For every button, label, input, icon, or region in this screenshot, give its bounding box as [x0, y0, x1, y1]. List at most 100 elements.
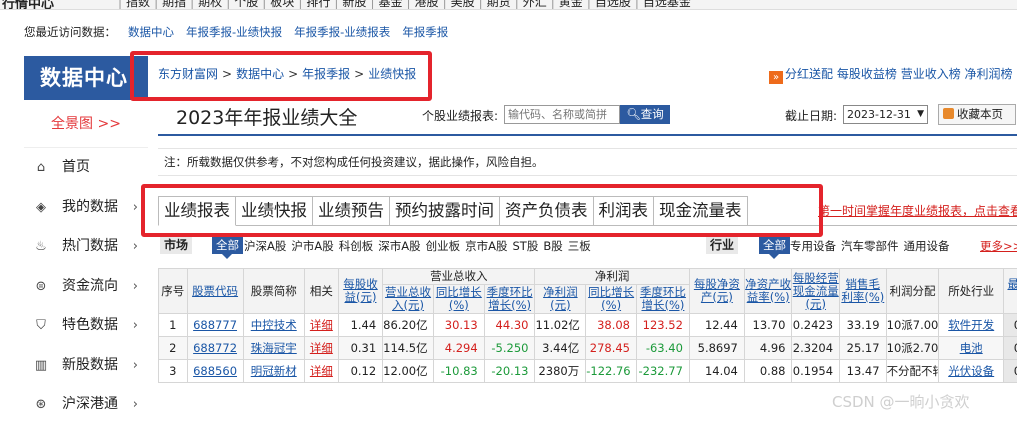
- sidebar-title[interactable]: 数据中心: [24, 56, 148, 100]
- tab-performance-report[interactable]: 业绩报表: [158, 196, 236, 226]
- col-profit-yoy[interactable]: 同比增长(%): [586, 285, 637, 314]
- topnav-item[interactable]: 指数: [118, 0, 150, 9]
- quick-link-revenue[interactable]: 营业收入榜: [901, 67, 961, 81]
- cell-ind[interactable]: 电池: [939, 337, 1004, 360]
- cell-seq: 2: [159, 337, 188, 360]
- market-filter-all[interactable]: 全部: [212, 236, 243, 254]
- cell-related[interactable]: 详细: [304, 337, 338, 360]
- col-cfps[interactable]: 每股经营现金流量(元): [792, 269, 840, 314]
- topnav-item[interactable]: 期权: [190, 0, 222, 9]
- recent-link-annual[interactable]: 年报季报: [402, 25, 448, 39]
- col-profit[interactable]: 净利润(元): [535, 285, 586, 314]
- breadcrumb-annual[interactable]: 年报季报: [302, 67, 350, 81]
- col-roe[interactable]: 净资产收益率(%): [744, 269, 792, 314]
- market-option[interactable]: 京市A股: [465, 239, 507, 253]
- topnav-item[interactable]: 新股: [334, 0, 366, 9]
- col-gross-margin[interactable]: 销售毛利率(%): [840, 269, 887, 314]
- breadcrumb-current: 业绩快报: [368, 67, 416, 81]
- quick-link-profit[interactable]: 净利润榜: [965, 67, 1013, 81]
- industry-filter-all[interactable]: 全部: [759, 236, 790, 254]
- topnav-item[interactable]: 期货: [479, 0, 511, 9]
- col-code[interactable]: 股票代码: [187, 269, 243, 314]
- sidebar-item-my-data[interactable]: ◈ 我的数据 ›: [24, 188, 148, 228]
- panorama-link[interactable]: 全景图 >>: [24, 100, 148, 148]
- topnav-item[interactable]: 排行: [298, 0, 330, 9]
- cell-name[interactable]: 珠海冠宇: [243, 337, 304, 360]
- search-button[interactable]: 🔍︎查询: [620, 105, 670, 124]
- col-revenue-yoy[interactable]: 同比增长(%): [433, 285, 484, 314]
- cell-gm: 33.19: [840, 314, 887, 337]
- col-date[interactable]: 最新公告日期: [1003, 269, 1017, 314]
- market-option[interactable]: 科创板: [339, 239, 374, 253]
- promo-link[interactable]: 第一时间掌握年度业绩报表，点击查看: [818, 202, 1017, 219]
- market-option[interactable]: 创业板: [426, 239, 461, 253]
- market-option[interactable]: B股: [543, 239, 562, 253]
- sidebar-item-hot-data[interactable]: ♨ 热门数据 ›: [24, 227, 148, 267]
- date-select[interactable]: 2023-12-31▼: [843, 105, 928, 124]
- topnav-item[interactable]: 黄金: [551, 0, 583, 9]
- sidebar-item-fund-flow[interactable]: ⊜ 资金流向 ›: [24, 267, 148, 307]
- cell-gm: 25.17: [840, 337, 887, 360]
- sidebar-item-connect[interactable]: ⊛ 沪深港通 ›: [24, 385, 148, 425]
- col-revenue-qoq[interactable]: 季度环比增长(%): [484, 285, 535, 314]
- col-profit-qoq[interactable]: 季度环比增长(%): [637, 285, 690, 314]
- topnav-item[interactable]: 自选股: [587, 0, 631, 9]
- sidebar-item-ipo[interactable]: ▥ 新股数据 ›: [24, 346, 148, 386]
- industry-option[interactable]: 通用设备: [904, 239, 950, 253]
- sidebar-item-home[interactable]: ⌂ 首页: [24, 148, 148, 188]
- topnav-item[interactable]: 自选基金: [635, 0, 691, 9]
- topnav-item[interactable]: 港股: [407, 0, 439, 9]
- page-title: 2023年年报业绩大全: [176, 103, 357, 130]
- more-industries-link[interactable]: 更多>>: [980, 238, 1017, 254]
- topnav-item[interactable]: 期指: [154, 0, 186, 9]
- breadcrumb-data-center[interactable]: 数据中心: [236, 67, 284, 81]
- cell-related[interactable]: 详细: [304, 360, 338, 383]
- col-revenue[interactable]: 营业总收入(元): [383, 285, 434, 314]
- col-industry: 所处行业: [939, 269, 1004, 314]
- recent-link-data-center[interactable]: 数据中心: [128, 25, 174, 39]
- cell-roe: 0.88: [744, 360, 792, 383]
- market-option[interactable]: 沪深A股: [244, 239, 286, 253]
- tab-balance-sheet[interactable]: 资产负债表: [500, 196, 594, 226]
- topnav-item[interactable]: 板块: [262, 0, 294, 9]
- cell-ind[interactable]: 软件开发: [939, 314, 1004, 337]
- sidebar-item-featured[interactable]: ⛉ 特色数据 ›: [24, 306, 148, 346]
- topnav-item[interactable]: 外汇: [515, 0, 547, 9]
- cell-code[interactable]: 688560: [187, 360, 243, 383]
- recent-link-express[interactable]: 年报季报-业绩快报: [186, 25, 282, 39]
- tab-income-statement[interactable]: 利润表: [594, 196, 655, 226]
- cell-code[interactable]: 688772: [187, 337, 243, 360]
- cell-bvps: 14.04: [689, 360, 744, 383]
- quick-link-eps[interactable]: 每股收益榜: [837, 67, 897, 81]
- cell-ind[interactable]: 光伏设备: [939, 360, 1004, 383]
- cell-np-qoq: -232.77: [637, 360, 690, 383]
- search-input[interactable]: [504, 105, 620, 124]
- cell-related[interactable]: 详细: [304, 314, 338, 337]
- quick-link-dividend[interactable]: 分红送配: [785, 67, 833, 81]
- industry-option[interactable]: 汽车零部件: [841, 239, 899, 253]
- breadcrumb-home[interactable]: 东方财富网: [158, 67, 218, 81]
- favorite-button[interactable]: 收藏本页: [938, 104, 1016, 125]
- tab-cash-flow[interactable]: 现金流量表: [654, 196, 748, 226]
- topnav-item[interactable]: 美股: [443, 0, 475, 9]
- tab-performance-forecast[interactable]: 业绩预告: [313, 196, 390, 226]
- breadcrumb-sep: >: [222, 67, 232, 81]
- topnav-item[interactable]: 个股: [226, 0, 258, 9]
- cell-name[interactable]: 明冠新材: [243, 360, 304, 383]
- tab-performance-express[interactable]: 业绩快报: [236, 196, 313, 226]
- industry-option[interactable]: 专用设备: [790, 239, 836, 253]
- recent-link-report[interactable]: 年报季报-业绩报表: [294, 25, 390, 39]
- topnav-brand[interactable]: 行情中心: [2, 0, 54, 10]
- cell-name[interactable]: 中控技术: [243, 314, 304, 337]
- topnav-item[interactable]: 基金: [370, 0, 402, 9]
- market-option[interactable]: 三板: [568, 239, 591, 253]
- market-option[interactable]: 沪市A股: [291, 239, 333, 253]
- cell-dist: 不分配不转增: [886, 360, 939, 383]
- col-bvps[interactable]: 每股净资产(元): [689, 269, 744, 314]
- market-option[interactable]: 深市A股: [378, 239, 420, 253]
- cell-code[interactable]: 688777: [187, 314, 243, 337]
- tab-disclosure-schedule[interactable]: 预约披露时间: [390, 196, 500, 226]
- industry-options: 专用设备汽车零部件通用设备: [790, 238, 955, 254]
- market-option[interactable]: ST股: [513, 239, 539, 253]
- col-eps[interactable]: 每股收益(元): [338, 269, 382, 314]
